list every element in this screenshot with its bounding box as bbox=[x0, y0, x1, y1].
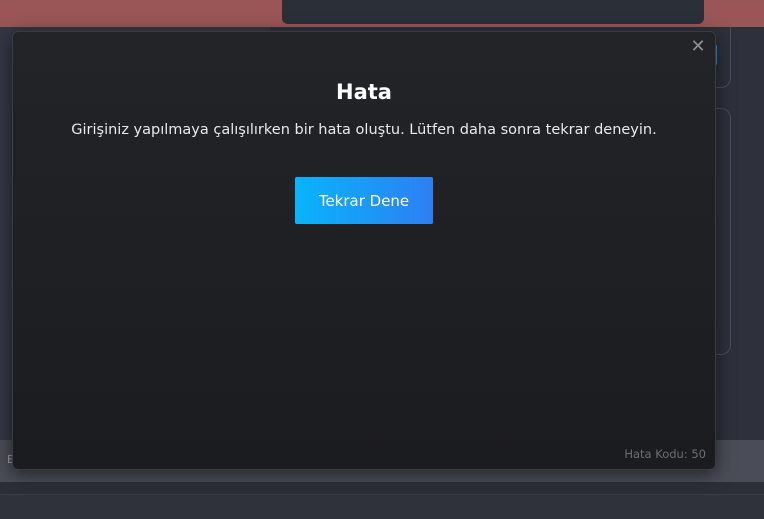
top-banner-panel bbox=[282, 0, 704, 24]
close-button[interactable]: ✕ bbox=[689, 38, 707, 56]
top-banner bbox=[0, 0, 764, 27]
dialog-message: Girişiniz yapılmaya çalışılırken bir hat… bbox=[71, 122, 657, 138]
dialog-title: Hata bbox=[336, 80, 392, 104]
close-icon: ✕ bbox=[690, 36, 706, 57]
error-code: Hata Kodu: 50 bbox=[624, 447, 706, 461]
retry-button[interactable]: Tekrar Dene bbox=[295, 177, 433, 224]
background-footer-stripe bbox=[0, 494, 764, 519]
error-dialog: ✕ Hata Girişiniz yapılmaya çalışılırken … bbox=[12, 31, 716, 470]
